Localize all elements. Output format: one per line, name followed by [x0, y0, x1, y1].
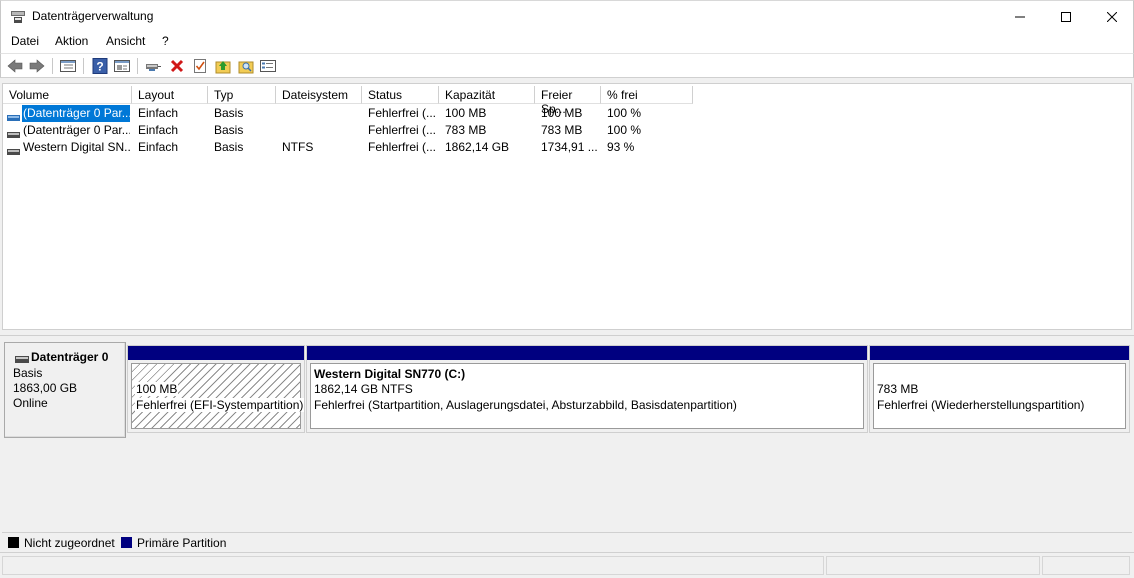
search-folder-icon[interactable] [237, 57, 255, 75]
console-tree-icon[interactable] [59, 57, 77, 75]
menu-aktion[interactable]: Aktion [55, 34, 88, 48]
partition-recovery[interactable]: 783 MB Fehlerfrei (Wiederherstellungspar… [869, 345, 1130, 433]
column-header-kapazitaet[interactable]: Kapazität [439, 86, 535, 104]
settings-list-icon[interactable] [259, 57, 277, 75]
forward-icon[interactable] [28, 57, 46, 75]
toolbar-separator [52, 58, 53, 74]
volume-icon [7, 127, 20, 138]
legend-swatch-unallocated [8, 537, 19, 548]
layout-value: Einfach [138, 140, 179, 154]
partition-body: Western Digital SN770 (C:) 1862,14 GB NT… [310, 363, 864, 429]
disk-management-app-icon [10, 10, 26, 24]
disk-name: Datenträger 0 [31, 350, 109, 364]
column-header-freier-speicher[interactable]: Freier Sp... [535, 86, 601, 116]
typ-value: Basis [214, 140, 244, 154]
toolbar: ? [0, 53, 1134, 78]
volume-icon [7, 110, 20, 121]
legend-label-unallocated: Nicht zugeordnet [24, 536, 115, 550]
help-icon[interactable]: ? [91, 57, 109, 75]
partition-selected-body: 100 MB Fehlerfrei (EFI-Systempartition) [131, 363, 305, 429]
typ-value: Basis [214, 106, 244, 120]
partition-status: Fehlerfrei (Startpartition, Auslagerungs… [314, 398, 737, 412]
title-bar: Datenträgerverwaltung [0, 0, 1134, 32]
disk-0-label[interactable]: Datenträger 0 Basis 1863,00 GB Online [4, 342, 126, 438]
volume-icon [7, 144, 20, 155]
status-value: Fehlerfrei (... [368, 140, 437, 154]
column-header-layout[interactable]: Layout [132, 86, 208, 104]
volume-list: Volume Layout Typ Dateisystem Status Kap… [2, 83, 1132, 330]
properties-pane-icon[interactable] [113, 57, 131, 75]
menu-datei[interactable]: Datei [11, 34, 39, 48]
column-header-volume[interactable]: Volume [3, 86, 132, 104]
partition-title: Western Digital SN770 (C:) [314, 367, 466, 381]
status-value: Fehlerfrei (... [368, 123, 437, 137]
legend-label-primary: Primäre Partition [137, 536, 227, 550]
close-icon[interactable] [1089, 1, 1134, 33]
partition-c[interactable]: Western Digital SN770 (C:) 1862,14 GB NT… [306, 345, 868, 433]
minimize-icon[interactable] [997, 1, 1043, 33]
typ-value: Basis [214, 123, 244, 137]
status-bar [0, 552, 1134, 578]
layout-value: Einfach [138, 106, 179, 120]
partition-status: Fehlerfrei (Wiederherstellungspartition) [877, 398, 1085, 412]
column-header-dateisystem[interactable]: Dateisystem [276, 86, 362, 104]
partition-body: 783 MB Fehlerfrei (Wiederherstellungspar… [873, 363, 1126, 429]
primary-partition-bar [307, 346, 867, 360]
svg-text:?: ? [96, 60, 103, 74]
freier-speicher-value: 100 MB [541, 106, 583, 120]
menu-help[interactable]: ? [162, 34, 169, 48]
partition-size: 100 MB [135, 382, 179, 396]
dateisystem-value [282, 122, 358, 139]
prozent-frei-value: 100 % [607, 123, 642, 137]
layout-value: Einfach [138, 123, 179, 137]
toolbar-separator [83, 58, 84, 74]
freier-speicher-value: 783 MB [541, 123, 583, 137]
column-header-typ[interactable]: Typ [208, 86, 276, 104]
menu-bar: Datei Aktion Ansicht ? [0, 32, 1134, 53]
legend-bar: Nicht zugeordnet Primäre Partition [2, 532, 1132, 552]
status-bar-cell [2, 556, 824, 575]
kapazitaet-value: 1862,14 GB [445, 140, 510, 154]
legend-swatch-primary [121, 537, 132, 548]
up-folder-icon[interactable] [214, 57, 232, 75]
prozent-frei-value: 100 % [607, 106, 642, 120]
status-bar-cell [826, 556, 1040, 575]
volume-name: (Datenträger 0 Par... [23, 123, 130, 137]
partition-size: 1862,14 GB NTFS [314, 382, 413, 396]
partition-status: Fehlerfrei (EFI-Systempartition) [135, 398, 305, 412]
disk-type: Basis [13, 366, 43, 380]
column-header-prozent-frei[interactable]: % frei [601, 86, 693, 104]
disk-graphical-view: Datenträger 0 Basis 1863,00 GB Online 10… [2, 336, 1132, 530]
toolbar-separator [137, 58, 138, 74]
connect-disk-icon[interactable] [144, 57, 162, 75]
status-value: Fehlerfrei (... [368, 106, 437, 120]
status-bar-cell [1042, 556, 1130, 575]
kapazitaet-value: 100 MB [445, 106, 487, 120]
partition-efi[interactable]: 100 MB Fehlerfrei (EFI-Systempartition) [127, 345, 305, 433]
kapazitaet-value: 783 MB [445, 123, 487, 137]
delete-icon[interactable] [168, 57, 186, 75]
disk-icon [15, 352, 29, 366]
menu-ansicht[interactable]: Ansicht [106, 34, 145, 48]
column-header-status[interactable]: Status [362, 86, 439, 104]
disk-size: 1863,00 GB [13, 381, 78, 395]
back-icon[interactable] [6, 57, 24, 75]
maximize-icon[interactable] [1043, 1, 1089, 33]
partition-size: 783 MB [877, 382, 919, 396]
window-title: Datenträgerverwaltung [32, 9, 154, 23]
primary-partition-bar [870, 346, 1129, 360]
dateisystem-value [282, 105, 358, 122]
check-icon[interactable] [191, 57, 209, 75]
volume-name: Western Digital SN... [23, 140, 130, 154]
dateisystem-value: NTFS [282, 140, 314, 154]
freier-speicher-value: 1734,91 ... [541, 140, 598, 154]
disk-state: Online [13, 396, 48, 410]
primary-partition-bar [128, 346, 304, 360]
prozent-frei-value: 93 % [607, 140, 635, 154]
volume-name: (Datenträger 0 Par... [22, 105, 130, 122]
